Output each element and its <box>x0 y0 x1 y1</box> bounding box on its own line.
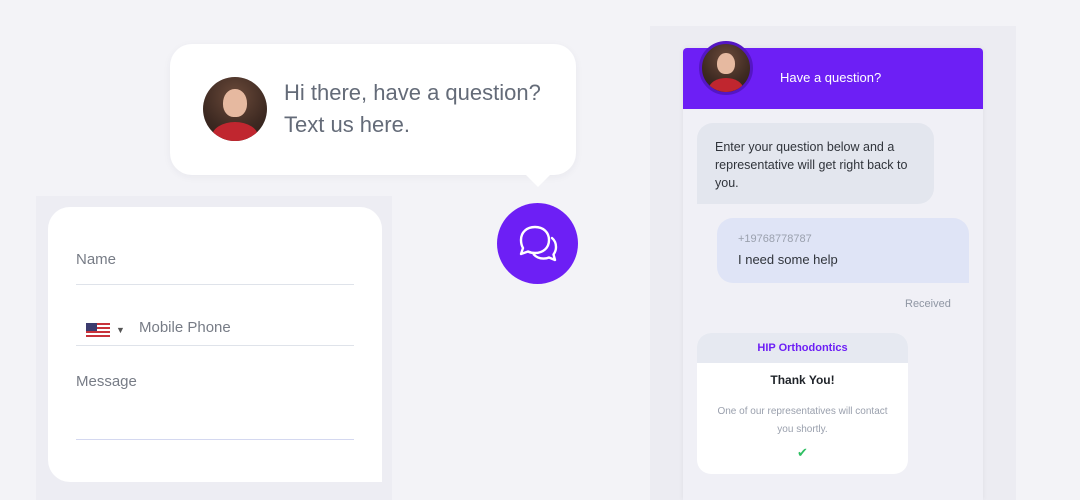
phone-field[interactable]: ▼ Mobile Phone <box>76 311 354 346</box>
us-flag-icon[interactable] <box>86 323 110 337</box>
chat-bubbles-icon <box>519 225 557 261</box>
contact-form: Name ▼ Mobile Phone Message <box>48 207 382 482</box>
check-icon: ✔ <box>797 445 808 460</box>
greeting-text: Hi there, have a question? Text us here. <box>284 80 541 137</box>
confirmation-title: Thank You! <box>770 373 835 387</box>
name-placeholder: Name <box>76 251 117 268</box>
sender-phone: +19768778787 <box>738 233 812 245</box>
chat-window: Have a question? Enter your question bel… <box>683 41 983 500</box>
greeting-bubble[interactable]: Hi there, have a question? Text us here. <box>170 44 576 187</box>
company-name: HIP Orthodontics <box>697 333 908 363</box>
incoming-message: Enter your question below and a represen… <box>697 123 934 204</box>
header-avatar <box>699 41 753 95</box>
message-status: Received <box>905 298 951 310</box>
chat-launcher-button[interactable] <box>497 203 578 284</box>
confirmation-body: One of our representatives will contact … <box>717 406 888 435</box>
agent-avatar <box>203 77 267 141</box>
country-dropdown-caret-icon[interactable]: ▼ <box>116 325 125 335</box>
outgoing-message: +19768778787 I need some help <box>717 218 969 283</box>
name-field[interactable]: Name <box>76 251 354 285</box>
chat-header-title: Have a question? <box>780 70 882 85</box>
chat-header: Have a question? <box>683 41 983 109</box>
message-placeholder: Message <box>76 373 137 390</box>
confirmation-card: HIP Orthodontics Thank You! One of our r… <box>697 333 908 474</box>
phone-placeholder: Mobile Phone <box>139 319 231 336</box>
message-field[interactable]: Message <box>76 373 354 440</box>
outgoing-message-text: I need some help <box>738 252 838 267</box>
